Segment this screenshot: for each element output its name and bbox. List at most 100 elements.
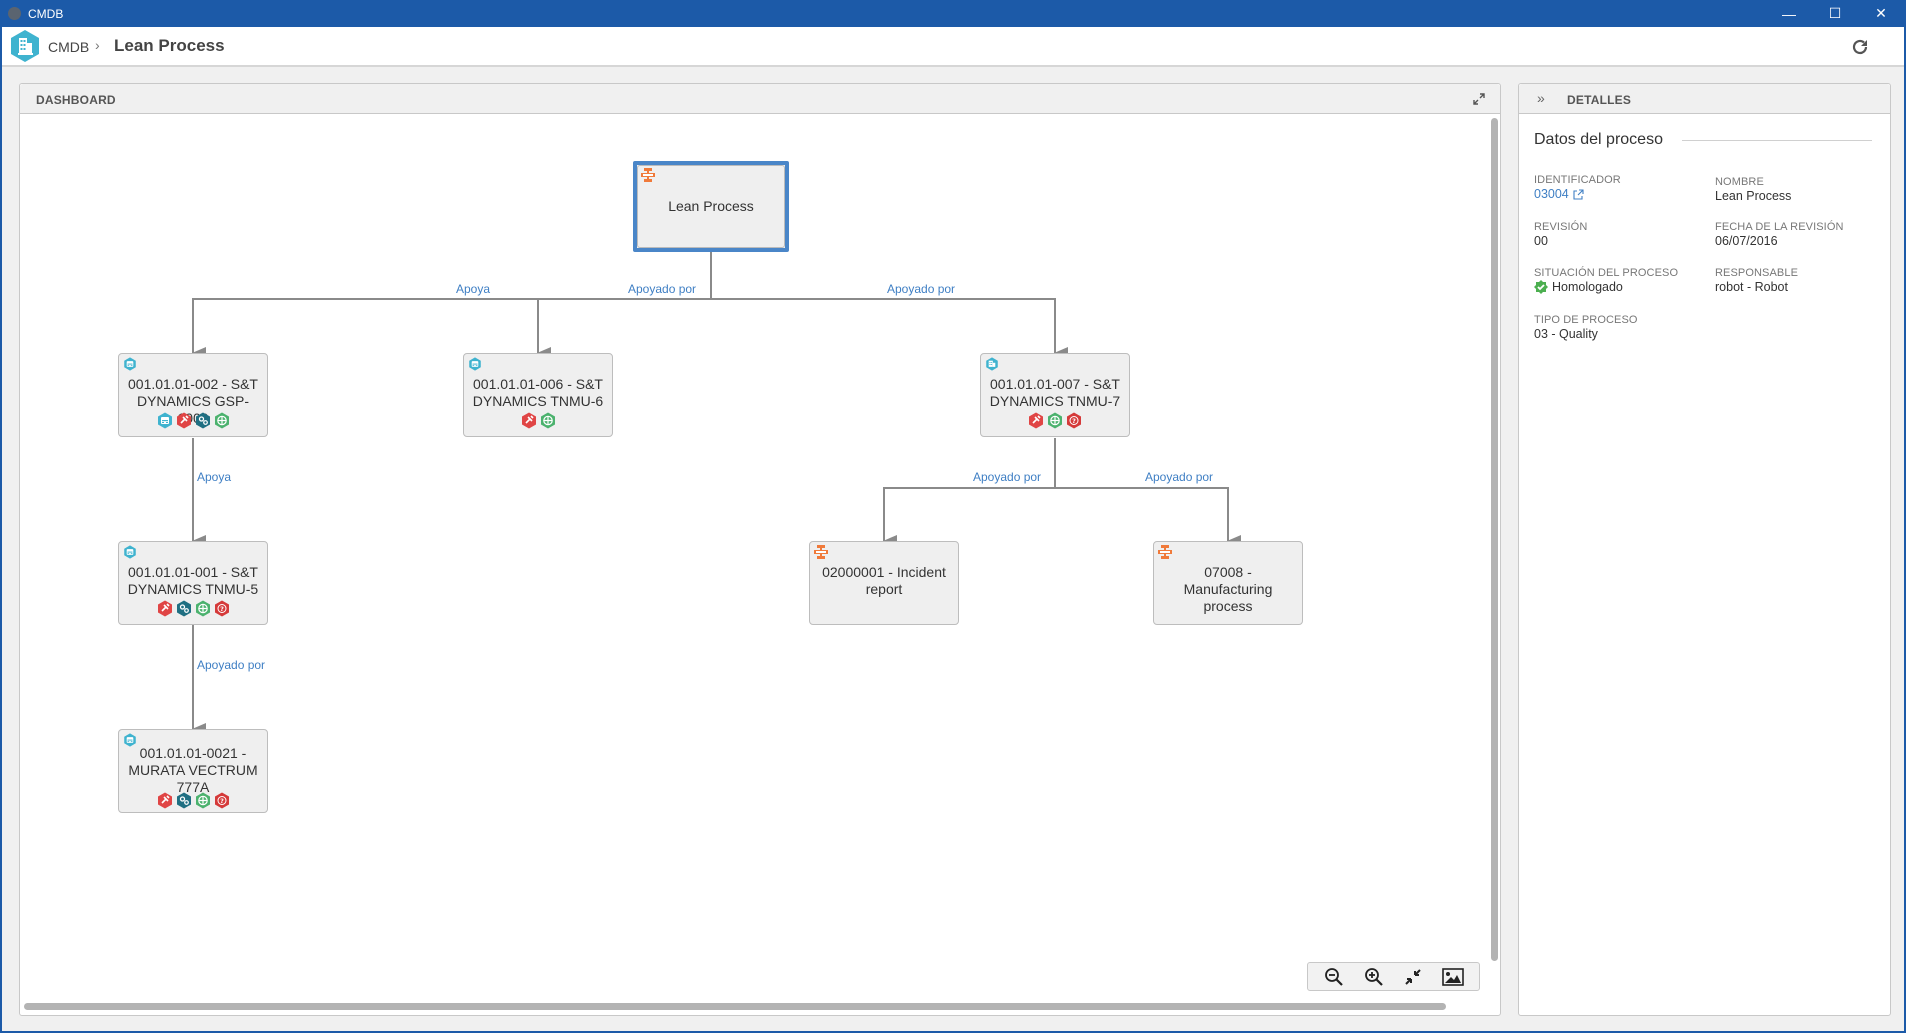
- field-label: NOMBRE: [1715, 176, 1764, 188]
- app-header: CMDB › Lean Process: [2, 27, 1904, 67]
- network-icon[interactable]: [195, 792, 211, 809]
- zoom-in-button[interactable]: [1362, 966, 1386, 988]
- link-n3-n5: [883, 487, 1055, 547]
- node[interactable]: 001.01.01-0021 - MURATA VECTRUM 777A ?: [118, 729, 268, 813]
- refresh-icon[interactable]: [1850, 37, 1870, 57]
- network-icon[interactable]: [214, 412, 230, 429]
- field-label: IDENTIFICADOR: [1534, 174, 1621, 186]
- tools-icon[interactable]: [157, 600, 173, 617]
- node[interactable]: 001.01.01-001 - S&T DYNAMICS TNMU-5 ?: [118, 541, 268, 625]
- field-fecha-revision: FECHA DE LA REVISIÓN 06/07/2016: [1715, 221, 1885, 248]
- maximize-button[interactable]: ☐: [1812, 0, 1858, 27]
- field-value: 06/07/2016: [1715, 234, 1778, 248]
- tools-icon[interactable]: [176, 412, 192, 429]
- node-label: Lean Process: [668, 198, 754, 214]
- tools-icon[interactable]: [1028, 412, 1044, 429]
- fit-icon: [1405, 968, 1422, 985]
- field-label: RESPONSABLE: [1715, 267, 1799, 279]
- vertical-scrollbar[interactable]: [1491, 118, 1498, 961]
- link-label: Apoyado por: [628, 282, 697, 296]
- identificador-link[interactable]: 03004: [1534, 187, 1704, 201]
- gears-icon[interactable]: [176, 600, 192, 617]
- field-nombre: NOMBRE Lean Process: [1715, 176, 1885, 203]
- link-label: Apoyado por: [1145, 470, 1214, 484]
- diagram-toolbar: [1307, 962, 1480, 991]
- equipment-icon[interactable]: [157, 412, 173, 429]
- node-badges: ?: [981, 412, 1129, 429]
- breadcrumb-cmdb[interactable]: CMDB: [48, 39, 89, 55]
- field-value: Homologado: [1552, 280, 1623, 294]
- process-icon: [641, 168, 655, 182]
- network-icon[interactable]: [1047, 412, 1063, 429]
- diagram-canvas[interactable]: Apoya Apoyado por Apoyado por Apoya Apoy…: [20, 114, 1500, 1016]
- window-title: CMDB: [28, 7, 64, 21]
- field-label: TIPO DE PROCESO: [1534, 314, 1638, 326]
- equipment-icon: [123, 357, 137, 371]
- field-responsable: RESPONSABLE robot - Robot: [1715, 267, 1885, 294]
- horizontal-scrollbar[interactable]: [24, 1003, 1446, 1010]
- zoom-out-button[interactable]: [1322, 966, 1346, 988]
- network-icon[interactable]: [195, 600, 211, 617]
- link-label: Apoyado por: [887, 282, 956, 296]
- field-label: FECHA DE LA REVISIÓN: [1715, 221, 1844, 233]
- field-value[interactable]: 03004: [1534, 187, 1569, 201]
- node-label: 001.01.01-001 - S&T DYNAMICS TNMU-5: [127, 564, 259, 597]
- node-label: 07008 - Manufacturing process: [1183, 564, 1273, 614]
- details-title: DETALLES: [1567, 93, 1632, 107]
- node-root[interactable]: Lean Process: [633, 161, 789, 252]
- link-n3-n6: [1055, 487, 1241, 547]
- field-label: SITUACIÓN DEL PROCESO: [1534, 267, 1679, 279]
- link-label: Apoyado por: [197, 658, 266, 672]
- export-image-button[interactable]: [1441, 966, 1465, 988]
- minimize-button[interactable]: —: [1766, 0, 1812, 27]
- zoom-in-icon: [1364, 967, 1383, 986]
- field-label: REVISIÓN: [1534, 221, 1588, 233]
- node[interactable]: 07008 - Manufacturing process: [1153, 541, 1303, 625]
- tools-icon[interactable]: [521, 412, 537, 429]
- equipment-icon: [123, 545, 137, 559]
- node-badges: ?: [119, 792, 267, 809]
- details-header: » DETALLES: [1519, 84, 1890, 114]
- svg-text:?: ?: [220, 797, 224, 805]
- details-panel: » DETALLES Datos del proceso IDENTIFICAD…: [1518, 83, 1891, 1016]
- tools-icon[interactable]: [157, 792, 173, 809]
- question-icon[interactable]: ?: [1066, 412, 1082, 429]
- export-image-icon: [1442, 967, 1464, 986]
- section-divider: [1682, 140, 1872, 141]
- close-button[interactable]: ✕: [1858, 0, 1904, 27]
- question-icon[interactable]: ?: [214, 600, 230, 617]
- building-icon: [985, 357, 999, 371]
- link-label: Apoyado por: [973, 470, 1042, 484]
- link-label: Apoya: [456, 282, 491, 296]
- gears-icon[interactable]: [195, 412, 211, 429]
- svg-text:?: ?: [220, 605, 224, 613]
- equipment-icon: [468, 357, 482, 371]
- gears-icon[interactable]: [176, 792, 192, 809]
- node[interactable]: 001.01.01-006 - S&T DYNAMICS TNMU-6: [463, 353, 613, 437]
- node[interactable]: 02000001 - Incident report: [809, 541, 959, 625]
- process-icon: [1158, 545, 1172, 559]
- link-root-n3: [711, 298, 1068, 359]
- process-icon: [814, 545, 828, 559]
- external-link-icon[interactable]: [1573, 188, 1584, 200]
- field-situacion: SITUACIÓN DEL PROCESO Homologado: [1534, 267, 1704, 294]
- collapse-panel-icon[interactable]: »: [1537, 91, 1545, 105]
- node-label: 001.01.01-007 - S&T DYNAMICS TNMU-7: [989, 376, 1121, 409]
- node[interactable]: 001.01.01-007 - S&T DYNAMICS TNMU-7 ?: [980, 353, 1130, 437]
- node[interactable]: 001.01.01-002 - S&T DYNAMICS GSP-1000: [118, 353, 268, 437]
- expand-icon[interactable]: [1472, 92, 1486, 106]
- node-label: 02000001 - Incident report: [822, 564, 946, 597]
- cmdb-building-logo-icon: [11, 30, 39, 62]
- network-icon[interactable]: [540, 412, 556, 429]
- dashboard-header: DASHBOARD: [20, 84, 1500, 114]
- question-icon[interactable]: ?: [214, 792, 230, 809]
- field-value: Lean Process: [1715, 189, 1792, 203]
- approved-check-icon: [1534, 280, 1548, 294]
- field-revision: REVISIÓN 00: [1534, 221, 1704, 248]
- field-value: 00: [1534, 234, 1548, 248]
- link-label: Apoya: [197, 470, 232, 484]
- status-value: Homologado: [1534, 280, 1704, 294]
- fit-to-screen-button[interactable]: [1401, 966, 1425, 988]
- node-badges: ?: [119, 600, 267, 617]
- link-root-n1: [192, 298, 711, 359]
